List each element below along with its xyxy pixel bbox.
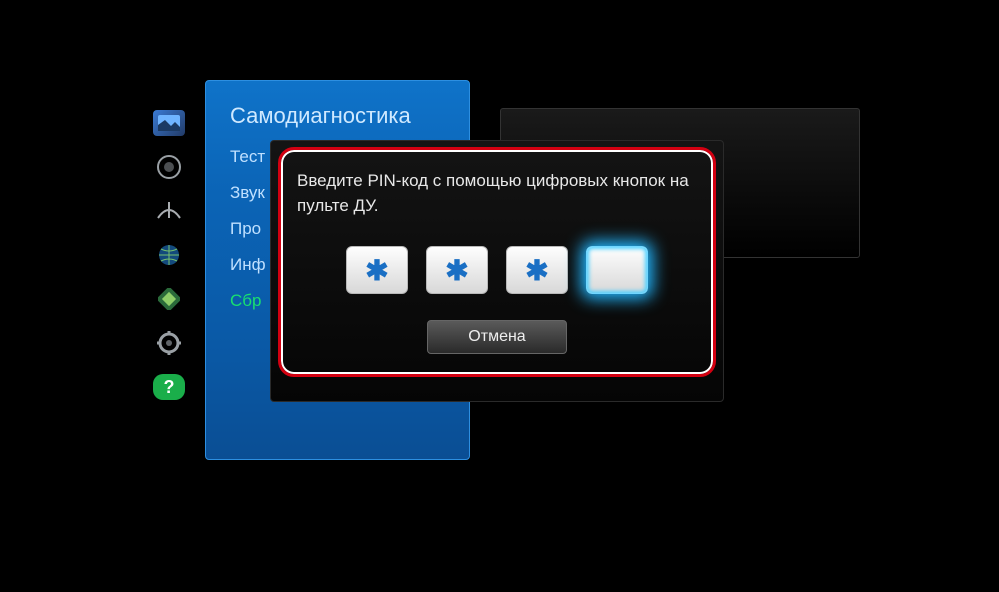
pin-entry-modal: Введите PIN-код с помощью цифровых кнопо… xyxy=(270,140,724,402)
pin-digit-1[interactable]: ✱ xyxy=(346,246,408,294)
system-icon[interactable] xyxy=(153,286,185,312)
channel-icon[interactable] xyxy=(153,198,185,224)
pin-digit-4[interactable] xyxy=(586,246,648,294)
pin-digit-2[interactable]: ✱ xyxy=(426,246,488,294)
pin-prompt-text: Введите PIN-код с помощью цифровых кнопо… xyxy=(297,169,697,218)
sound-icon[interactable] xyxy=(153,154,185,180)
cancel-button[interactable]: Отмена xyxy=(427,320,567,354)
panel-title: Самодиагностика xyxy=(230,103,445,129)
pin-digit-3[interactable]: ✱ xyxy=(506,246,568,294)
settings-sidebar: ? xyxy=(150,110,188,400)
pin-fields: ✱ ✱ ✱ xyxy=(346,246,648,294)
support-icon[interactable]: ? xyxy=(153,374,185,400)
picture-icon[interactable] xyxy=(153,110,185,136)
settings-icon[interactable] xyxy=(153,330,185,356)
network-icon[interactable] xyxy=(153,242,185,268)
